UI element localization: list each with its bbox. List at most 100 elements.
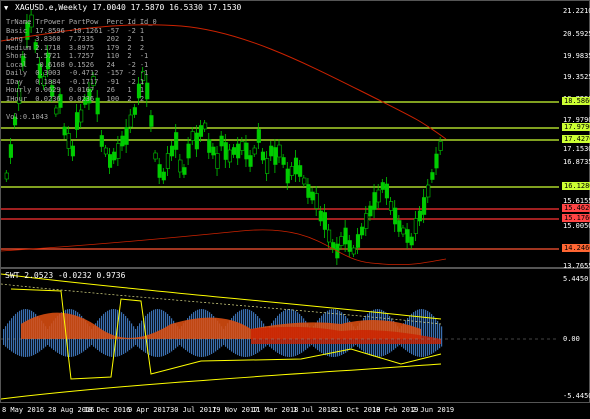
info-row: Local -0.6168 0.1526 24 -2 -1: [6, 61, 161, 70]
level-tag: 14.2460: [562, 244, 590, 252]
oscillator-canvas: [1, 273, 559, 400]
candle-body: [380, 182, 385, 190]
histogram-bar: [135, 328, 137, 346]
candle-body: [327, 229, 332, 243]
candle-body: [236, 143, 241, 159]
info-cell: Long: [6, 35, 23, 43]
histogram-bar: [111, 309, 113, 357]
histogram-bar: [121, 312, 123, 356]
candle-body: [368, 205, 373, 217]
info-row: Short 1.5721 1.7257 110 2 -1: [6, 52, 161, 61]
histogram-bar: [17, 312, 19, 356]
info-cell: 1: [139, 26, 145, 35]
histogram-bar: [3, 329, 5, 345]
info-cell: 0.0236: [35, 94, 61, 103]
candle-body: [393, 207, 398, 225]
candle-body: [426, 184, 431, 198]
candle-body: [343, 227, 348, 245]
info-header: Id: [127, 18, 136, 26]
candle-body: [227, 149, 232, 163]
volume-label: Vol:0.1043: [6, 113, 49, 121]
info-cell: -0.4712: [68, 69, 99, 77]
candle-body: [347, 240, 352, 252]
time-axis-label: 30 Jul 2017: [170, 406, 217, 414]
candle-body: [265, 158, 270, 174]
info-cell: 1.7257: [68, 52, 95, 60]
info-cell: 24: [106, 60, 115, 69]
info-cell: -91: [106, 77, 120, 86]
candle-body: [269, 145, 274, 157]
candle-body: [157, 164, 162, 178]
histogram-bar: [125, 315, 127, 353]
price-axis-label: 19.9835: [563, 52, 590, 60]
info-cell: 1: [139, 77, 145, 86]
histogram-bar: [131, 323, 133, 349]
histogram-bar: [151, 310, 153, 356]
candle-body: [409, 236, 414, 246]
candle-body: [260, 151, 266, 161]
chart-dropdown-icon[interactable]: ▼: [4, 4, 8, 12]
candle-body: [8, 144, 13, 158]
candle-body: [360, 226, 365, 236]
info-cell: -1: [139, 69, 149, 77]
info-cell: 100: [106, 94, 120, 103]
info-cell: 0.0629: [35, 86, 61, 94]
candle-body: [149, 115, 154, 127]
candle-body: [285, 168, 290, 184]
candle-body: [74, 112, 80, 130]
osc-axis-top: 5.4450: [563, 275, 589, 283]
info-cell: 202: [106, 35, 120, 43]
price-axis-label: 19.3525: [563, 73, 590, 81]
histogram-bar: [5, 326, 7, 347]
info-cell: 26: [106, 86, 115, 94]
histogram-bar: [421, 309, 423, 357]
info-header: TrPower: [35, 18, 65, 26]
histogram-bar: [19, 310, 21, 356]
histogram-bar: [433, 316, 435, 353]
histogram-bar: [9, 320, 11, 350]
candle-body: [351, 247, 356, 255]
info-cell: 179: [106, 43, 120, 52]
candle-body: [215, 153, 220, 169]
candle-body: [231, 147, 237, 155]
histogram-bar: [429, 312, 431, 356]
candle-body: [186, 143, 191, 159]
info-cell: -2: [127, 77, 136, 86]
level-tag: 15.4620: [562, 204, 590, 212]
price-chart-panel[interactable]: XAGUSD.e,Weekly 17.0040 17.5870 16.5330 …: [0, 0, 590, 270]
info-cell: 1: [127, 86, 132, 94]
histogram-bar: [109, 309, 111, 357]
histogram-bar: [13, 315, 15, 353]
info-cell: -57: [106, 26, 120, 35]
level-tag: 18.5860: [562, 97, 590, 105]
time-axis-label: 9 Apr 2017: [128, 406, 171, 414]
candle-body: [306, 184, 311, 198]
info-cell: 2: [139, 94, 145, 103]
info-cell: 1: [139, 86, 145, 94]
info-header: Id_0: [139, 18, 157, 26]
level-tag: 16.1280: [562, 182, 590, 190]
info-cell: IDay: [6, 77, 23, 86]
candle-body: [256, 129, 261, 143]
time-axis-label: 11 Mar 2018: [252, 406, 299, 414]
candle-body: [277, 144, 282, 158]
candle-body: [384, 183, 389, 199]
candle-body: [161, 171, 166, 181]
candle-body: [112, 151, 117, 161]
info-cell: 2: [127, 52, 132, 60]
trend-info-table: TrName TrPower PartPow Perc Id Id_0 Basi…: [6, 18, 161, 103]
candle-body: [198, 125, 204, 137]
info-cell: Medium: [6, 43, 32, 52]
oscillator-panel[interactable]: SWT 2.0523 -0.0232 0.9736 5.4450 0.00 -5…: [0, 268, 590, 403]
histogram-bar: [127, 318, 129, 352]
histogram-bar: [137, 326, 139, 347]
info-cell: Basic: [6, 26, 28, 35]
candle-body: [322, 212, 328, 230]
price-axis-label: 20.5925: [563, 30, 590, 38]
info-cell: 2: [127, 94, 132, 103]
lower-envelope-line: [1, 229, 447, 266]
info-cell: 2: [139, 43, 145, 52]
histogram-bar: [441, 326, 443, 347]
info-row: Medium 2.1718 3.8975 179 2 2: [6, 44, 161, 53]
candle-body: [430, 172, 435, 180]
